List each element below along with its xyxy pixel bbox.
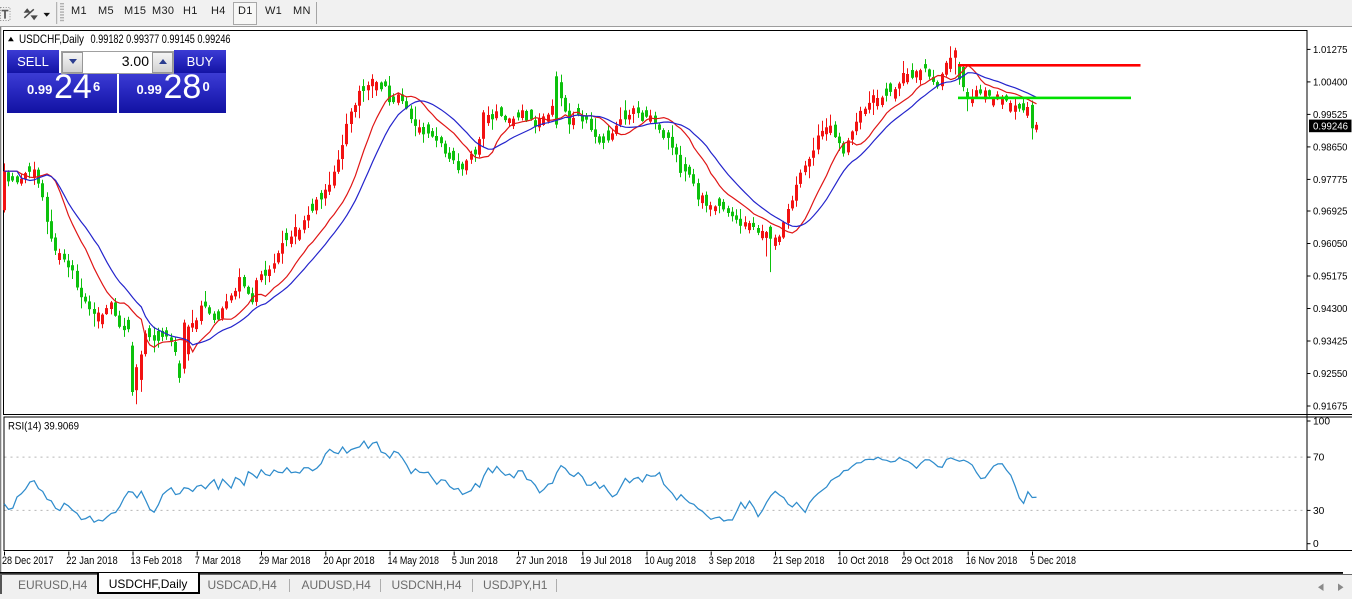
svg-text:27 Jun 2018: 27 Jun 2018	[516, 555, 568, 567]
svg-text:5 Jun 2018: 5 Jun 2018	[452, 555, 498, 567]
svg-text:0.93425: 0.93425	[1313, 336, 1348, 348]
svg-text:0.91675: 0.91675	[1313, 401, 1348, 413]
svg-text:RSI(14) 39.9069: RSI(14) 39.9069	[8, 421, 79, 433]
svg-text:3 Sep 2018: 3 Sep 2018	[709, 555, 755, 567]
svg-text:0.99182 0.99377 0.99145 0.9924: 0.99182 0.99377 0.99145 0.99246	[91, 32, 231, 46]
svg-text:14 May 2018: 14 May 2018	[388, 555, 440, 567]
svg-text:0.96050: 0.96050	[1313, 238, 1348, 250]
svg-text:1.01275: 1.01275	[1313, 44, 1348, 56]
svg-text:21 Sep 2018: 21 Sep 2018	[773, 555, 825, 567]
svg-text:10 Aug 2018: 10 Aug 2018	[645, 555, 697, 567]
svg-text:0.97775: 0.97775	[1313, 174, 1348, 186]
svg-text:20 Apr 2018: 20 Apr 2018	[323, 555, 375, 567]
svg-text:19 Jul 2018: 19 Jul 2018	[580, 555, 632, 567]
svg-text:0.95175: 0.95175	[1313, 271, 1348, 283]
svg-text:28 Dec 2017: 28 Dec 2017	[2, 555, 54, 567]
svg-text:22 Jan 2018: 22 Jan 2018	[66, 555, 118, 567]
svg-text:0.99246: 0.99246	[1313, 120, 1348, 132]
svg-text:0.96925: 0.96925	[1313, 206, 1348, 218]
svg-text:29 Mar 2018: 29 Mar 2018	[259, 555, 311, 567]
svg-text:30: 30	[1313, 506, 1325, 517]
svg-text:1.00400: 1.00400	[1313, 76, 1348, 88]
svg-text:5 Dec 2018: 5 Dec 2018	[1030, 555, 1076, 567]
svg-text:100: 100	[1313, 417, 1330, 428]
svg-text:10 Oct 2018: 10 Oct 2018	[837, 555, 889, 567]
svg-text:USDCHF,Daily: USDCHF,Daily	[19, 32, 84, 46]
svg-text:0: 0	[1313, 539, 1319, 550]
svg-text:70: 70	[1313, 453, 1325, 464]
svg-text:0.98650: 0.98650	[1313, 141, 1348, 153]
svg-text:0.99525: 0.99525	[1313, 109, 1348, 121]
svg-text:13 Feb 2018: 13 Feb 2018	[131, 555, 183, 567]
svg-text:29 Oct 2018: 29 Oct 2018	[902, 555, 954, 567]
svg-text:7 Mar 2018: 7 Mar 2018	[195, 555, 241, 567]
svg-text:0.94300: 0.94300	[1313, 303, 1348, 315]
svg-text:16 Nov 2018: 16 Nov 2018	[966, 555, 1018, 567]
svg-text:0.92550: 0.92550	[1313, 368, 1348, 380]
